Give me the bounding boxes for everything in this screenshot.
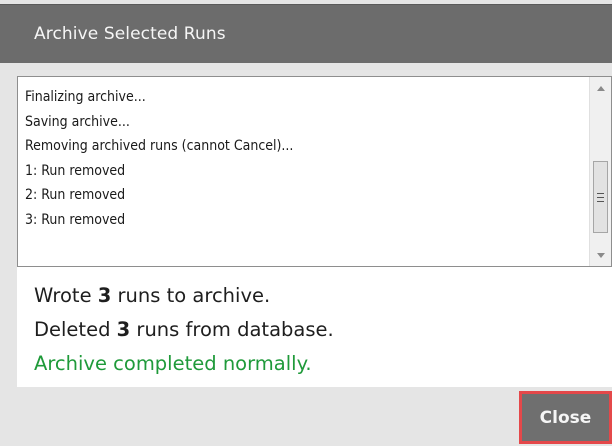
wrote-suffix: runs to archive.	[111, 284, 271, 307]
deleted-summary: Deleted 3 runs from database.	[34, 318, 334, 341]
scroll-up-button[interactable]	[590, 77, 611, 99]
log-line: Removing archived runs (cannot Cancel)..…	[25, 138, 294, 154]
log-scrollbar[interactable]	[589, 77, 611, 266]
log-line: 3: Run removed	[25, 211, 126, 228]
wrote-count: 3	[97, 284, 112, 307]
scroll-thumb[interactable]	[593, 161, 608, 233]
deleted-prefix: Deleted	[34, 318, 117, 341]
log-line: Finalizing archive...	[25, 89, 146, 105]
dialog-title: Archive Selected Runs	[34, 24, 226, 44]
result-summary: Wrote 3 runs to archive. Deleted 3 runs …	[17, 267, 612, 387]
dialog-titlebar: Archive Selected Runs	[0, 4, 612, 63]
wrote-prefix: Wrote	[34, 284, 98, 307]
log-line: 1: Run removed	[25, 162, 126, 179]
deleted-count: 3	[116, 318, 131, 341]
progress-log[interactable]: Finalizing archive... Saving archive... …	[17, 76, 612, 267]
deleted-suffix: runs from database.	[130, 318, 334, 341]
archive-dialog: Archive Selected Runs Finalizing archive…	[0, 0, 612, 446]
close-button[interactable]: Close	[519, 391, 612, 444]
log-line: 2: Run removed	[25, 187, 126, 203]
scroll-up-arrow-icon	[596, 85, 605, 91]
grip-lines-icon	[597, 192, 604, 202]
completion-status: Archive completed normally.	[34, 352, 312, 375]
wrote-summary: Wrote 3 runs to archive.	[34, 284, 270, 307]
log-line: Saving archive...	[25, 113, 130, 130]
scroll-down-button[interactable]	[590, 244, 611, 266]
log-lines: Finalizing archive... Saving archive... …	[25, 85, 293, 232]
scroll-down-arrow-icon	[596, 252, 605, 258]
